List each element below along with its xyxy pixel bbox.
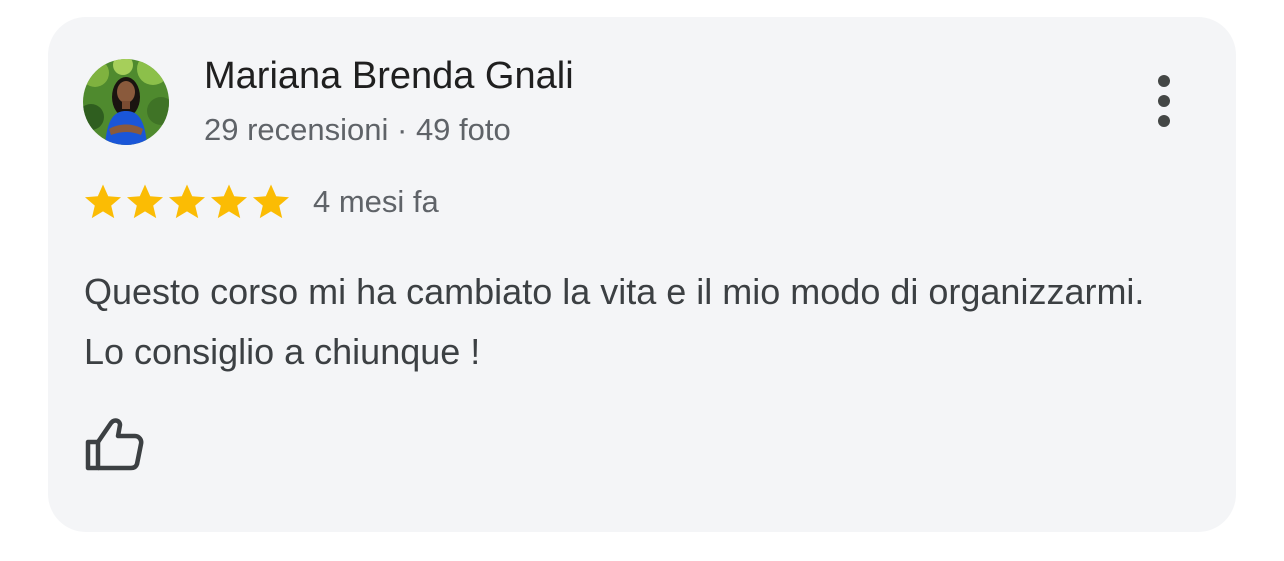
star-icon — [252, 183, 290, 220]
author-name[interactable]: Mariana Brenda Gnali — [204, 55, 574, 98]
star-icon — [126, 183, 164, 220]
more-vertical-icon-dot — [1158, 95, 1170, 107]
more-vertical-icon — [1158, 75, 1170, 87]
author-review-count: 29 recensioni · 49 foto — [204, 112, 511, 147]
review-date: 4 mesi fa — [313, 184, 439, 219]
thumb-up-icon — [85, 418, 144, 471]
avatar[interactable] — [83, 59, 169, 145]
star-rating — [84, 183, 290, 220]
review-card: Mariana Brenda Gnali 29 recensioni · 49 … — [48, 17, 1236, 532]
star-icon — [210, 183, 248, 220]
more-vertical-icon-dot — [1158, 115, 1170, 127]
review-text: Questo corso mi ha cambiato la vita e il… — [84, 271, 1145, 372]
star-icon — [84, 183, 122, 220]
like-button[interactable] — [84, 415, 146, 473]
star-icon — [168, 183, 206, 220]
more-options-button[interactable] — [1144, 69, 1184, 133]
